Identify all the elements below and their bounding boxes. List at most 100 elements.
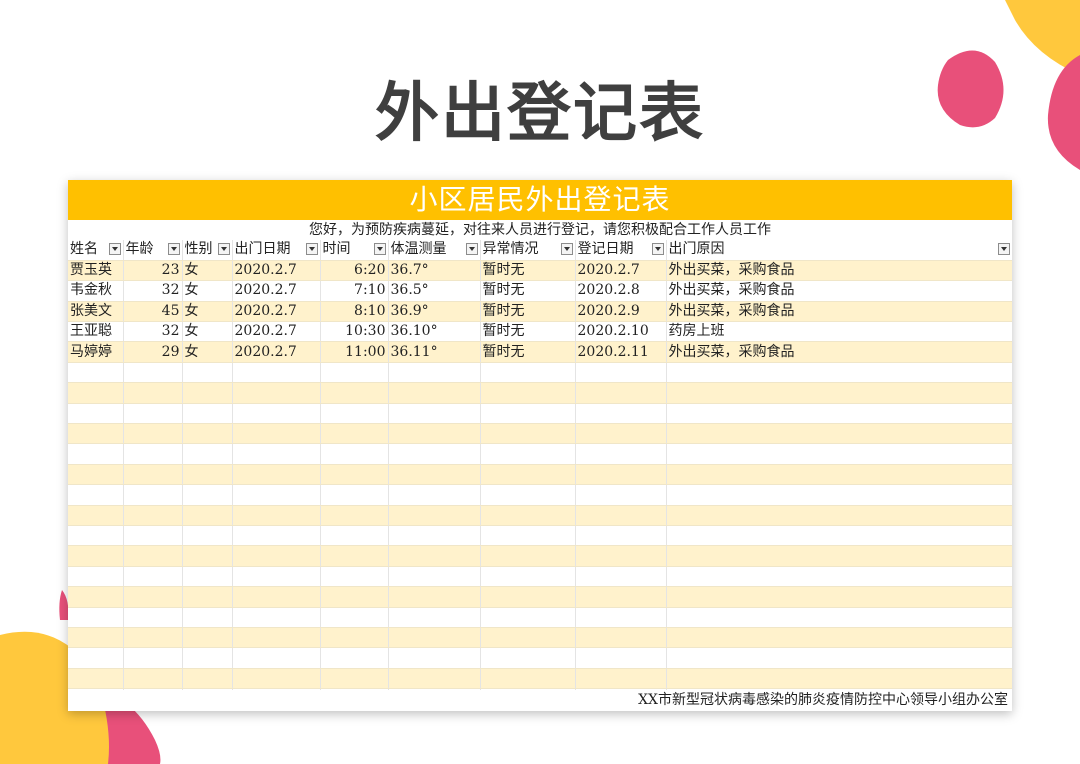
table-cell[interactable] — [665, 362, 1012, 384]
table-cell[interactable]: 马婷婷 — [68, 341, 123, 363]
table-cell[interactable]: 药房上班 — [665, 321, 1012, 343]
table-cell[interactable] — [231, 647, 320, 669]
table-cell[interactable] — [68, 464, 123, 486]
table-cell[interactable] — [319, 443, 388, 465]
table-cell[interactable]: 6:20 — [319, 260, 388, 282]
table-cell[interactable]: 女 — [181, 280, 232, 302]
header-temperature[interactable]: 体温测量 — [387, 240, 480, 261]
table-cell[interactable] — [479, 464, 575, 486]
table-cell[interactable] — [122, 362, 182, 384]
table-cell[interactable] — [479, 484, 575, 506]
table-cell[interactable] — [122, 403, 182, 425]
table-cell[interactable] — [122, 566, 182, 588]
table-cell[interactable] — [181, 545, 232, 567]
table-cell[interactable]: 36.10° — [387, 321, 480, 343]
table-cell[interactable] — [665, 423, 1012, 445]
table-cell[interactable] — [479, 362, 575, 384]
table-cell[interactable]: 2020.2.7 — [231, 321, 320, 343]
table-cell[interactable]: 外出买菜，采购食品 — [665, 260, 1012, 282]
table-cell[interactable] — [319, 464, 388, 486]
filter-dropdown-icon[interactable] — [651, 243, 664, 255]
header-name[interactable]: 姓名 — [68, 240, 123, 261]
table-cell[interactable] — [574, 403, 666, 425]
table-cell[interactable]: 32 — [122, 280, 182, 302]
table-cell[interactable] — [181, 443, 232, 465]
table-cell[interactable] — [181, 586, 232, 608]
table-cell[interactable] — [319, 505, 388, 526]
table-cell[interactable] — [231, 484, 320, 506]
table-cell[interactable] — [574, 627, 666, 649]
table-cell[interactable] — [665, 545, 1012, 567]
table-cell[interactable] — [387, 403, 480, 425]
table-cell[interactable] — [319, 525, 388, 547]
table-cell[interactable] — [181, 362, 232, 384]
table-cell[interactable]: 29 — [122, 341, 182, 363]
table-cell[interactable] — [665, 627, 1012, 649]
table-cell[interactable] — [387, 627, 480, 649]
table-cell[interactable]: 暂时无 — [479, 260, 575, 282]
table-cell[interactable] — [387, 668, 480, 690]
table-cell[interactable] — [665, 443, 1012, 465]
table-cell[interactable] — [387, 484, 480, 506]
table-cell[interactable]: 暂时无 — [479, 341, 575, 363]
table-cell[interactable] — [574, 423, 666, 445]
table-cell[interactable] — [574, 525, 666, 547]
table-cell[interactable]: 韦金秋 — [68, 280, 123, 302]
table-cell[interactable] — [231, 627, 320, 649]
table-cell[interactable] — [479, 525, 575, 547]
table-cell[interactable]: 张美文 — [68, 301, 123, 323]
table-cell[interactable] — [319, 423, 388, 445]
table-cell[interactable] — [319, 362, 388, 384]
table-cell[interactable] — [387, 586, 480, 608]
table-cell[interactable]: 36.11° — [387, 341, 480, 363]
table-cell[interactable]: 暂时无 — [479, 301, 575, 323]
table-cell[interactable] — [479, 586, 575, 608]
table-cell[interactable] — [665, 647, 1012, 669]
header-time[interactable]: 时间 — [319, 240, 388, 261]
table-cell[interactable]: 外出买菜，采购食品 — [665, 280, 1012, 302]
table-cell[interactable]: 45 — [122, 301, 182, 323]
table-cell[interactable] — [122, 668, 182, 690]
table-cell[interactable] — [574, 607, 666, 628]
table-cell[interactable] — [181, 505, 232, 526]
table-cell[interactable] — [479, 382, 575, 404]
table-cell[interactable]: 贾玉英 — [68, 260, 123, 282]
table-cell[interactable] — [574, 566, 666, 588]
table-cell[interactable] — [231, 586, 320, 608]
table-cell[interactable] — [665, 566, 1012, 588]
table-cell[interactable] — [319, 566, 388, 588]
table-cell[interactable] — [387, 566, 480, 588]
table-cell[interactable]: 2020.2.7 — [231, 260, 320, 282]
table-cell[interactable] — [181, 627, 232, 649]
table-cell[interactable] — [181, 647, 232, 669]
table-cell[interactable] — [231, 525, 320, 547]
table-cell[interactable] — [68, 382, 123, 404]
table-cell[interactable]: 外出买菜，采购食品 — [665, 301, 1012, 323]
header-reg-date[interactable]: 登记日期 — [574, 240, 666, 261]
table-cell[interactable]: 王亚聪 — [68, 321, 123, 343]
table-cell[interactable] — [231, 668, 320, 690]
table-cell[interactable]: 2020.2.8 — [574, 280, 666, 302]
table-cell[interactable] — [479, 566, 575, 588]
table-cell[interactable] — [68, 403, 123, 425]
filter-dropdown-icon[interactable] — [560, 243, 573, 255]
table-cell[interactable] — [181, 423, 232, 445]
table-cell[interactable] — [665, 464, 1012, 486]
table-cell[interactable] — [181, 464, 232, 486]
table-cell[interactable] — [387, 362, 480, 384]
table-cell[interactable] — [479, 443, 575, 465]
table-cell[interactable] — [68, 525, 123, 547]
table-cell[interactable]: 女 — [181, 341, 232, 363]
table-cell[interactable] — [387, 525, 480, 547]
table-cell[interactable] — [122, 464, 182, 486]
table-cell[interactable] — [479, 545, 575, 567]
filter-dropdown-icon[interactable] — [998, 243, 1010, 255]
table-cell[interactable] — [181, 668, 232, 690]
table-cell[interactable] — [665, 382, 1012, 404]
table-cell[interactable] — [68, 647, 123, 669]
table-cell[interactable] — [319, 403, 388, 425]
table-cell[interactable] — [665, 484, 1012, 506]
table-cell[interactable]: 女 — [181, 321, 232, 343]
table-cell[interactable] — [181, 382, 232, 404]
table-cell[interactable] — [387, 647, 480, 669]
